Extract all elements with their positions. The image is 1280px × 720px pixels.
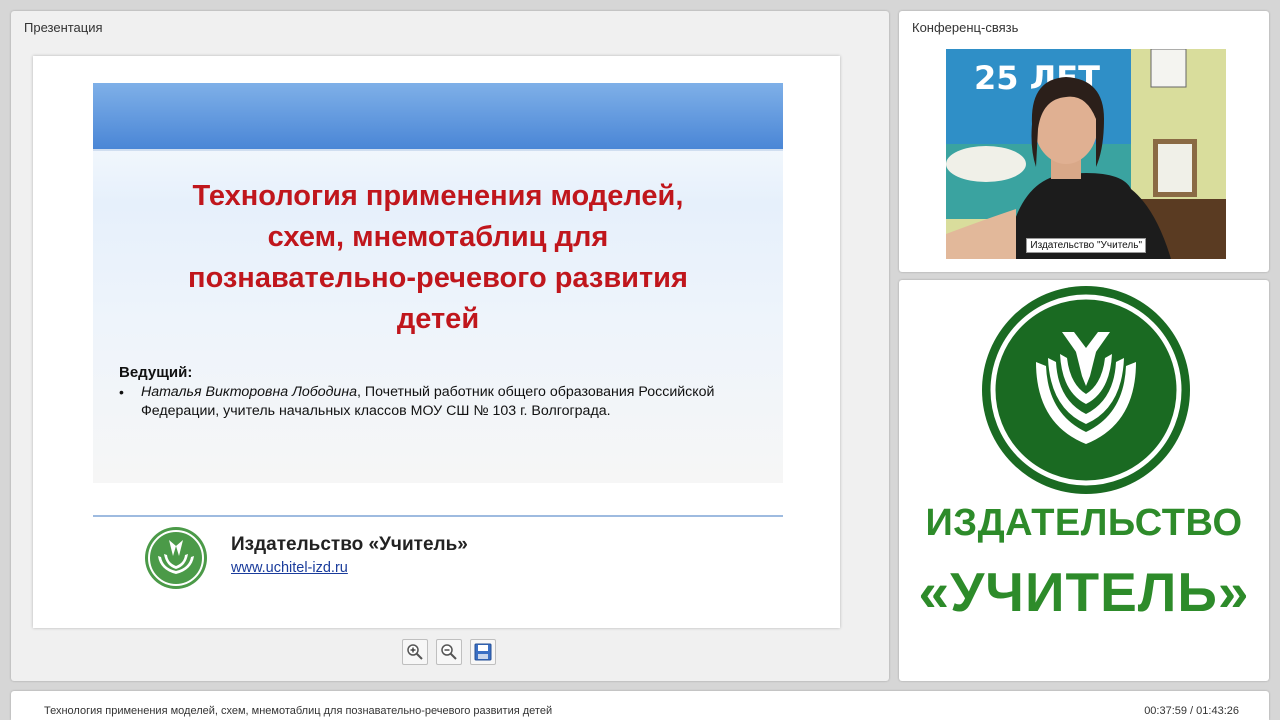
slide-publisher: Издательство «Учитель»: [231, 534, 468, 555]
logo-name-text: «УЧИТЕЛЬ»: [918, 561, 1250, 623]
presentation-panel: Презентация Технология применения моделе…: [11, 11, 889, 681]
slide-host-text: Наталья Викторовна Лободина, Почетный ра…: [141, 383, 741, 421]
slide-url-link[interactable]: www.uchitel-izd.ru: [231, 560, 348, 576]
status-title: Технология применения моделей, схем, мне…: [44, 705, 553, 717]
save-icon: [474, 643, 492, 661]
playback-time: 00:37:59 / 01:43:26: [1144, 705, 1239, 717]
logo-panel: ИЗДАТЕЛЬСТВО «УЧИТЕЛЬ»: [899, 280, 1269, 681]
publisher-logo-small: [145, 527, 207, 589]
conference-panel: Конференц-связь 25 ЛЕТ Издательство "Учи…: [899, 11, 1269, 272]
publisher-logo-large: [982, 286, 1190, 494]
zoom-out-icon: [441, 644, 457, 660]
presentation-panel-title: Презентация: [24, 20, 103, 35]
zoom-in-button[interactable]: [402, 639, 428, 665]
slide-bullet: •: [119, 384, 124, 400]
save-button[interactable]: [470, 639, 496, 665]
slide-divider: [93, 515, 783, 517]
video-feed[interactable]: 25 ЛЕТ Издательство "Учитель": [946, 49, 1226, 259]
logo-publisher-text: ИЗДАТЕЛЬСТВО: [925, 502, 1243, 544]
video-label: Издательство "Учитель": [1026, 238, 1146, 253]
slide-header-band: [93, 83, 783, 151]
slide: Технология применения моделей, схем, мне…: [33, 56, 840, 628]
status-bar: Технология применения моделей, схем, мне…: [11, 691, 1269, 720]
video-frame: 25 ЛЕТ: [946, 49, 1226, 259]
conference-panel-title: Конференц-связь: [912, 20, 1019, 35]
zoom-out-button[interactable]: [436, 639, 462, 665]
slide-host-heading: Ведущий:: [119, 364, 193, 381]
slide-host-name: Наталья Викторовна Лободина: [141, 384, 358, 400]
zoom-in-icon: [407, 644, 423, 660]
slide-title: Технология применения моделей, схем, мне…: [188, 180, 688, 335]
